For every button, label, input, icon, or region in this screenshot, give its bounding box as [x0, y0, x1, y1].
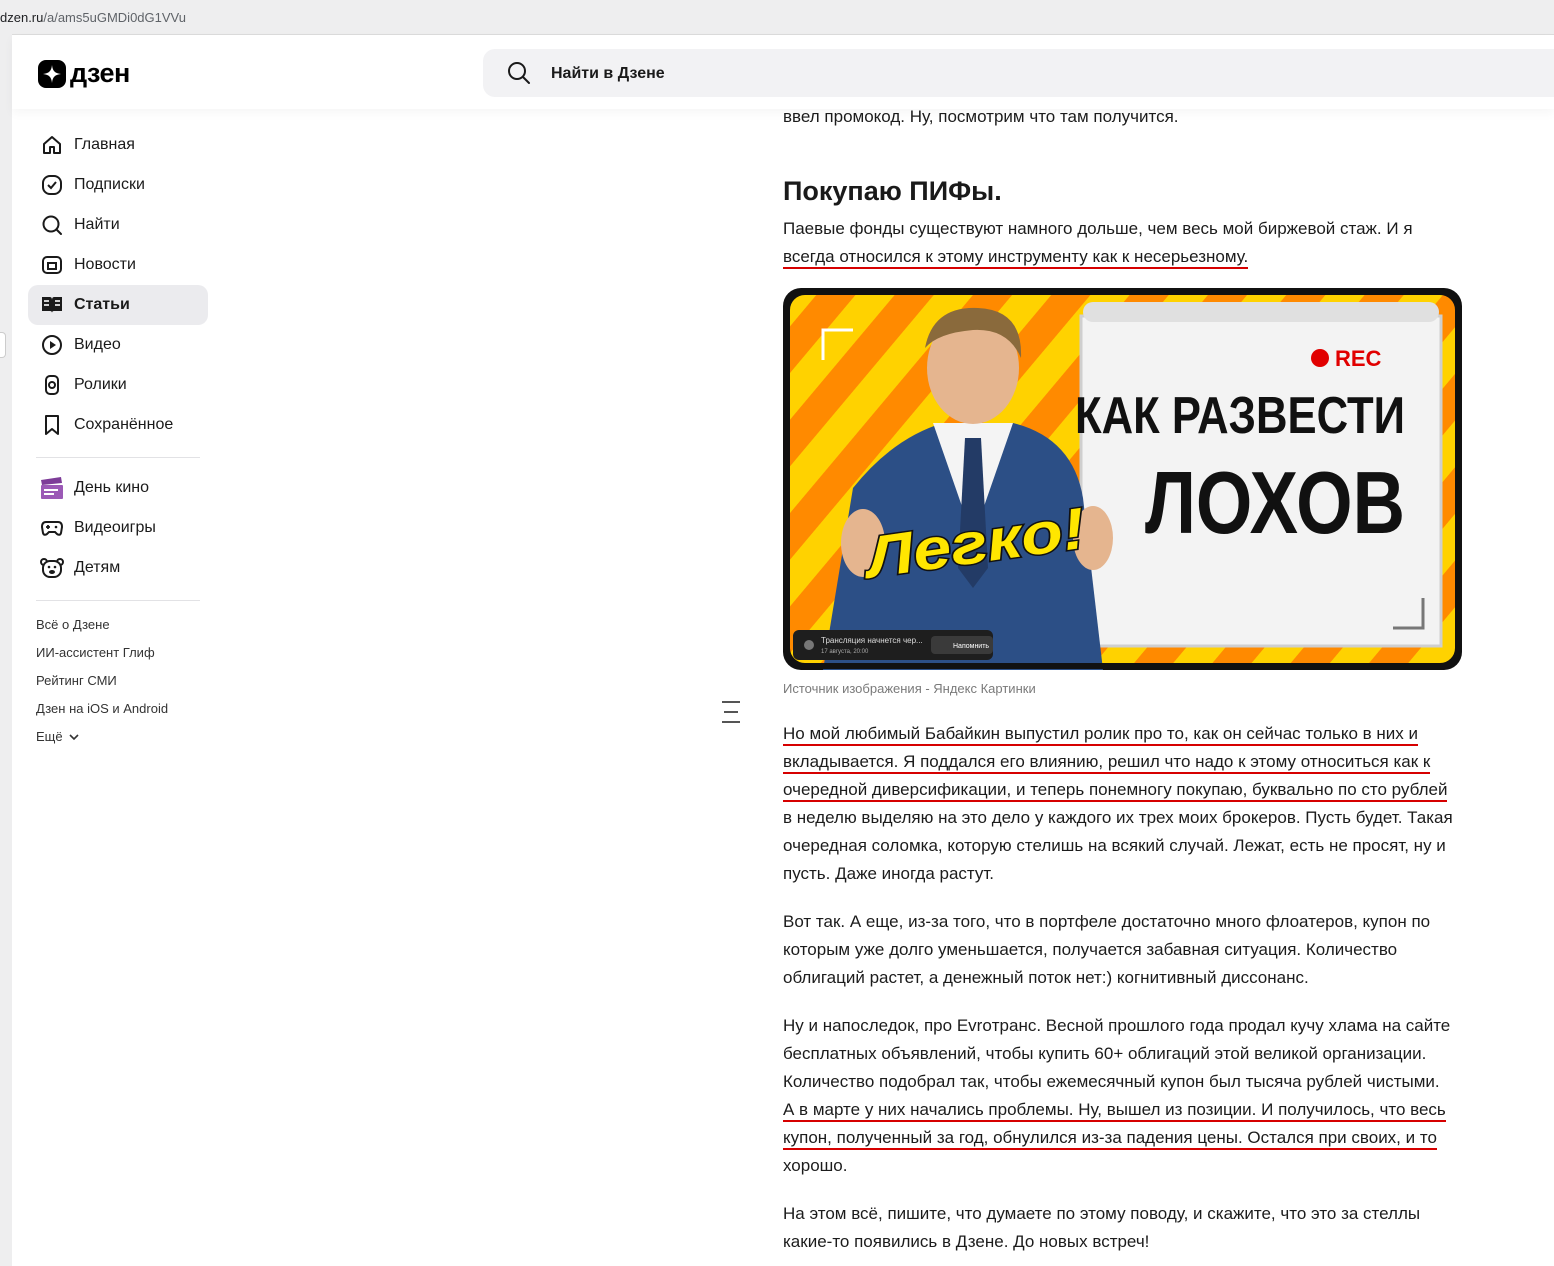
video-icon: [40, 333, 64, 357]
sidebar-item-articles[interactable]: Статьи: [28, 285, 208, 325]
footer-link-about[interactable]: Всё о Дзене: [28, 611, 208, 639]
search-input[interactable]: Найти в Дзене: [483, 49, 1554, 97]
chevron-down-icon: [69, 733, 79, 741]
image-caption: Источник изображения - Яндекс Картинки: [783, 681, 1036, 696]
underlined-text: купон, полученный за год, обнулился из-з…: [783, 1128, 1437, 1150]
sidebar-item-label: Сохранённое: [74, 416, 174, 433]
stream-date: 17 августа, 20:00: [821, 649, 869, 655]
search-placeholder: Найти в Дзене: [551, 65, 665, 82]
articles-icon: [40, 293, 64, 317]
paragraph-line: которым уже долго уменьшается, получаетс…: [783, 940, 1398, 959]
sidebar-item-label: Ролики: [74, 376, 127, 393]
footer-link-more[interactable]: Ещё: [28, 723, 208, 751]
logo-text: дзен: [70, 58, 130, 88]
paragraph-line: Количество подобрал так, чтобы ежемесячн…: [783, 1072, 1440, 1091]
more-label: Ещё: [36, 729, 63, 744]
search-icon: [507, 61, 531, 90]
sidebar-item-label: Видеоигры: [74, 519, 156, 536]
paragraph-intro-tail: ввел промокод. Ну, посмотрим что там пол…: [783, 107, 1179, 126]
bear-icon: [40, 556, 64, 580]
sidebar-item-label: Главная: [74, 136, 135, 153]
footer-link-ai-assistant[interactable]: ИИ-ассистент Глиф: [28, 639, 208, 667]
article-image[interactable]: REC КАК РАЗВЕСТИ ЛОХОВ Легко! Трансляция…: [783, 288, 1462, 670]
paragraph-4: Ну и напоследок, про Evroтранс. Весной п…: [783, 1012, 1473, 1180]
site-header: дзен Найти в Дзене: [12, 35, 1554, 109]
paragraph-line: Ну и напоследок, про Evroтранс. Весной п…: [783, 1016, 1451, 1035]
underlined-text: Но мой любимый Бабайкин выпустил ролик п…: [783, 724, 1419, 746]
stream-text: Трансляция начнется чер...: [821, 636, 923, 645]
sidebar-item-label: День кино: [74, 479, 150, 496]
paragraph-5: На этом всё, пишите, что думаете по этом…: [783, 1200, 1473, 1256]
sidebar-item-videogames[interactable]: Видеоигры: [28, 508, 208, 548]
sidebar-item-label: Детям: [74, 559, 121, 576]
subscriptions-icon: [40, 173, 64, 197]
paragraph-1: Паевые фонды существуют намного дольше, …: [783, 215, 1473, 271]
dzen-logo[interactable]: дзен: [38, 58, 130, 89]
underlined-text: вкладывается. Я поддался его влиянию, ре…: [783, 752, 1431, 774]
sidebar-item-label: Найти: [74, 216, 120, 233]
paragraph-line: бесплатных объявлений, чтобы купить 60+ …: [783, 1044, 1427, 1063]
footer-link-apps[interactable]: Дзен на iOS и Android: [28, 695, 208, 723]
paragraph-line: хорошо.: [783, 1156, 848, 1175]
shorts-icon: [40, 373, 64, 397]
article-heading: Покупаю ПИФы.: [783, 176, 1002, 206]
thumbnail-graphic: REC КАК РАЗВЕСТИ ЛОХОВ Легко! Трансляция…: [784, 289, 1461, 670]
sidebar-divider: [36, 600, 200, 601]
paragraph-line: облигаций растет, а денежный поток нет:)…: [783, 968, 1309, 987]
paragraph-line: Вот так. А еще, из-за того, что в портфе…: [783, 912, 1431, 931]
remind-button-text: Напомнить: [953, 643, 989, 650]
paragraph-line: какие-то появились в Дзене. До новых вст…: [783, 1232, 1150, 1251]
browser-left-edge: [0, 34, 12, 1266]
underlined-text: всегда относился к этому инструменту как…: [783, 247, 1249, 269]
article-body: ввел промокод. Ну, посмотрим что там пол…: [783, 103, 1473, 1256]
sidebar-item-video[interactable]: Видео: [28, 325, 208, 365]
browser-url-bar[interactable]: dzen.ru/a/ams5uGMDi0dG1VVu: [0, 0, 1554, 35]
sidebar: Главная Подписки Найти Новости Статьи Ви…: [28, 125, 208, 751]
footer-link-media-rating[interactable]: Рейтинг СМИ: [28, 667, 208, 695]
sidebar-footer-links: Всё о Дзене ИИ-ассистент Глиф Рейтинг СМ…: [28, 611, 208, 751]
paragraph-3: Вот так. А еще, из-за того, что в портфе…: [783, 908, 1473, 992]
search-icon: [40, 213, 64, 237]
paragraph-line: Паевые фонды существуют намного дольше, …: [783, 219, 1413, 238]
thumbnail-title-line1: КАК РАЗВЕСТИ: [1075, 387, 1405, 445]
url-text[interactable]: dzen.ru/a/ams5uGMDi0dG1VVu: [0, 10, 186, 25]
paragraph-line: в неделю выделяю на это дело у каждого и…: [783, 808, 1453, 827]
thumbnail-title-line2: ЛОХОВ: [1145, 453, 1405, 552]
news-icon: [40, 253, 64, 277]
sidebar-item-search[interactable]: Найти: [28, 205, 208, 245]
sidebar-item-label: Видео: [74, 336, 121, 353]
underlined-text: очередной диверсификации, и теперь понем…: [783, 780, 1448, 802]
clapperboard-icon: [40, 476, 64, 500]
paragraph-line: пусть. Даже иногда растут.: [783, 864, 995, 883]
paragraph-2: Но мой любимый Бабайкин выпустил ролик п…: [783, 720, 1473, 888]
sidebar-item-shorts[interactable]: Ролики: [28, 365, 208, 405]
sidebar-item-saved[interactable]: Сохранённое: [28, 405, 208, 445]
sidebar-item-home[interactable]: Главная: [28, 125, 208, 165]
gamepad-icon: [40, 516, 64, 540]
bookmark-icon: [40, 413, 64, 437]
sidebar-item-label: Новости: [74, 256, 136, 273]
sidebar-item-cinema-day[interactable]: День кино: [28, 468, 208, 508]
sidebar-divider: [36, 457, 200, 458]
home-icon: [40, 133, 64, 157]
sidebar-item-news[interactable]: Новости: [28, 245, 208, 285]
sidebar-item-label: Подписки: [74, 176, 145, 193]
sidebar-item-kids[interactable]: Детям: [28, 548, 208, 588]
side-panel-handle[interactable]: [0, 332, 6, 358]
rec-label: REC: [1335, 346, 1382, 371]
paragraph-line: очередная соломка, которую стелишь на вс…: [783, 836, 1446, 855]
paragraph-line: На этом всё, пишите, что думаете по этом…: [783, 1204, 1421, 1223]
sidebar-item-subscriptions[interactable]: Подписки: [28, 165, 208, 205]
underlined-text: А в марте у них начались проблемы. Ну, в…: [783, 1100, 1446, 1122]
sidebar-item-label: Статьи: [74, 296, 130, 313]
table-of-contents-icon[interactable]: [722, 701, 740, 731]
dzen-star-icon: [38, 59, 66, 88]
